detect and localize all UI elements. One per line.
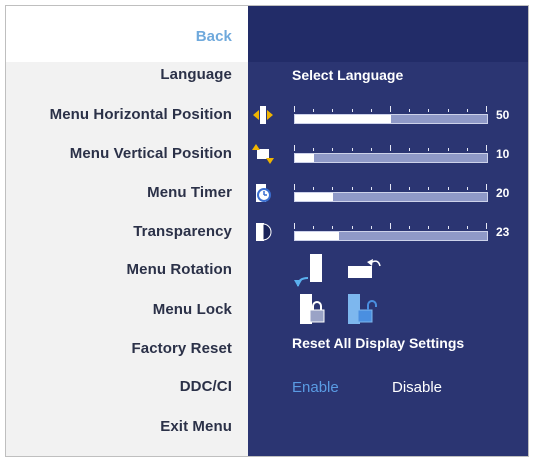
half-circle-icon [256, 223, 272, 241]
menu-item-lock[interactable]: Menu Lock [153, 301, 232, 318]
menu-list: Back Language Menu Horizontal Position M… [6, 6, 248, 456]
language-value[interactable]: Select Language [292, 67, 403, 83]
slider-tick [390, 223, 391, 229]
slider-tick [351, 226, 353, 229]
slider-tick [466, 187, 468, 190]
back-row[interactable]: Back [6, 6, 248, 62]
slider-tick [466, 226, 468, 229]
slider-tick [409, 187, 411, 190]
slider-ticks [294, 223, 488, 231]
menu-item-rotation[interactable]: Menu Rotation [127, 261, 232, 278]
slider-tick [447, 226, 449, 229]
menu-item-ddc-ci[interactable]: DDC/CI [180, 378, 232, 395]
horizontal-arrows-icon [253, 106, 273, 124]
panel-header [248, 6, 528, 62]
slider-fill [295, 115, 391, 123]
slider-tick [428, 109, 430, 112]
slider-vertical-position[interactable]: 10 [248, 143, 528, 167]
slider-tick [428, 226, 430, 229]
osd-menu: Back Language Menu Horizontal Position M… [5, 5, 529, 457]
slider-tick [466, 148, 468, 151]
slider-tick [313, 187, 315, 190]
slider-track[interactable] [294, 192, 488, 202]
vertical-arrows-icon [252, 144, 274, 164]
slider-tick [390, 184, 391, 190]
slider-tick [313, 148, 315, 151]
slider-fill [295, 193, 334, 201]
slider-ticks [294, 145, 488, 153]
slider-tick [428, 148, 430, 151]
slider-tick [370, 226, 372, 229]
slider-value: 23 [496, 225, 510, 239]
slider-fill [295, 232, 340, 240]
factory-reset-value[interactable]: Reset All Display Settings [292, 335, 464, 351]
lock-icon[interactable] [296, 292, 330, 328]
slider-tick [466, 109, 468, 112]
slider-tick [332, 187, 334, 190]
ddc-enable-option[interactable]: Enable [292, 379, 339, 396]
ddc-disable-option[interactable]: Disable [392, 379, 442, 396]
slider-tick [390, 145, 391, 151]
slider-tick [370, 187, 372, 190]
menu-item-timer[interactable]: Menu Timer [147, 184, 232, 201]
slider-tick [486, 145, 487, 151]
slider-value: 10 [496, 147, 510, 161]
slider-tick [332, 109, 334, 112]
slider-tick [447, 187, 449, 190]
menu-item-transparency[interactable]: Transparency [133, 223, 232, 240]
slider-tick [409, 226, 411, 229]
slider-tick [351, 187, 353, 190]
slider-track[interactable] [294, 114, 488, 124]
menu-item-exit[interactable]: Exit Menu [160, 418, 232, 435]
slider-menu-timer[interactable]: 20 [248, 182, 528, 206]
slider-tick [428, 187, 430, 190]
slider-tick [332, 148, 334, 151]
slider-tick [294, 106, 295, 112]
slider-tick [486, 106, 487, 112]
slider-tick [332, 226, 334, 229]
slider-tick [351, 109, 353, 112]
slider-tick [294, 145, 295, 151]
slider-ticks [294, 184, 488, 192]
slider-fill [295, 154, 315, 162]
slider-tick [409, 109, 411, 112]
slider-transparency[interactable]: 23 [248, 221, 528, 245]
slider-horizontal-position[interactable]: 50 [248, 104, 528, 128]
menu-item-factory-reset[interactable]: Factory Reset [131, 340, 232, 357]
slider-tick [370, 109, 372, 112]
slider-tick [313, 226, 315, 229]
slider-tick [351, 148, 353, 151]
menu-item-language[interactable]: Language [160, 66, 232, 83]
menu-item-horizontal-position[interactable]: Menu Horizontal Position [50, 106, 232, 123]
menu-item-vertical-position[interactable]: Menu Vertical Position [70, 145, 232, 162]
slider-tick [486, 223, 487, 229]
clock-icon [256, 184, 271, 202]
slider-tick [486, 184, 487, 190]
slider-tick [447, 148, 449, 151]
unlock-icon[interactable] [344, 292, 380, 328]
slider-tick [409, 148, 411, 151]
menu-items: Language Menu Horizontal Position Menu V… [6, 62, 248, 456]
slider-value: 20 [496, 186, 510, 200]
rotate-landscape-icon[interactable] [344, 256, 388, 286]
slider-ticks [294, 106, 488, 114]
slider-tick [294, 223, 295, 229]
slider-tick [370, 148, 372, 151]
slider-tick [390, 106, 391, 112]
settings-panel: Select Language 50 10 20 23 Reset All Di… [248, 6, 528, 456]
slider-tick [294, 184, 295, 190]
slider-track[interactable] [294, 153, 488, 163]
slider-tick [313, 109, 315, 112]
slider-tick [447, 109, 449, 112]
back-button[interactable]: Back [196, 28, 232, 45]
slider-value: 50 [496, 108, 510, 122]
slider-track[interactable] [294, 231, 488, 241]
rotate-portrait-icon[interactable] [292, 250, 332, 288]
